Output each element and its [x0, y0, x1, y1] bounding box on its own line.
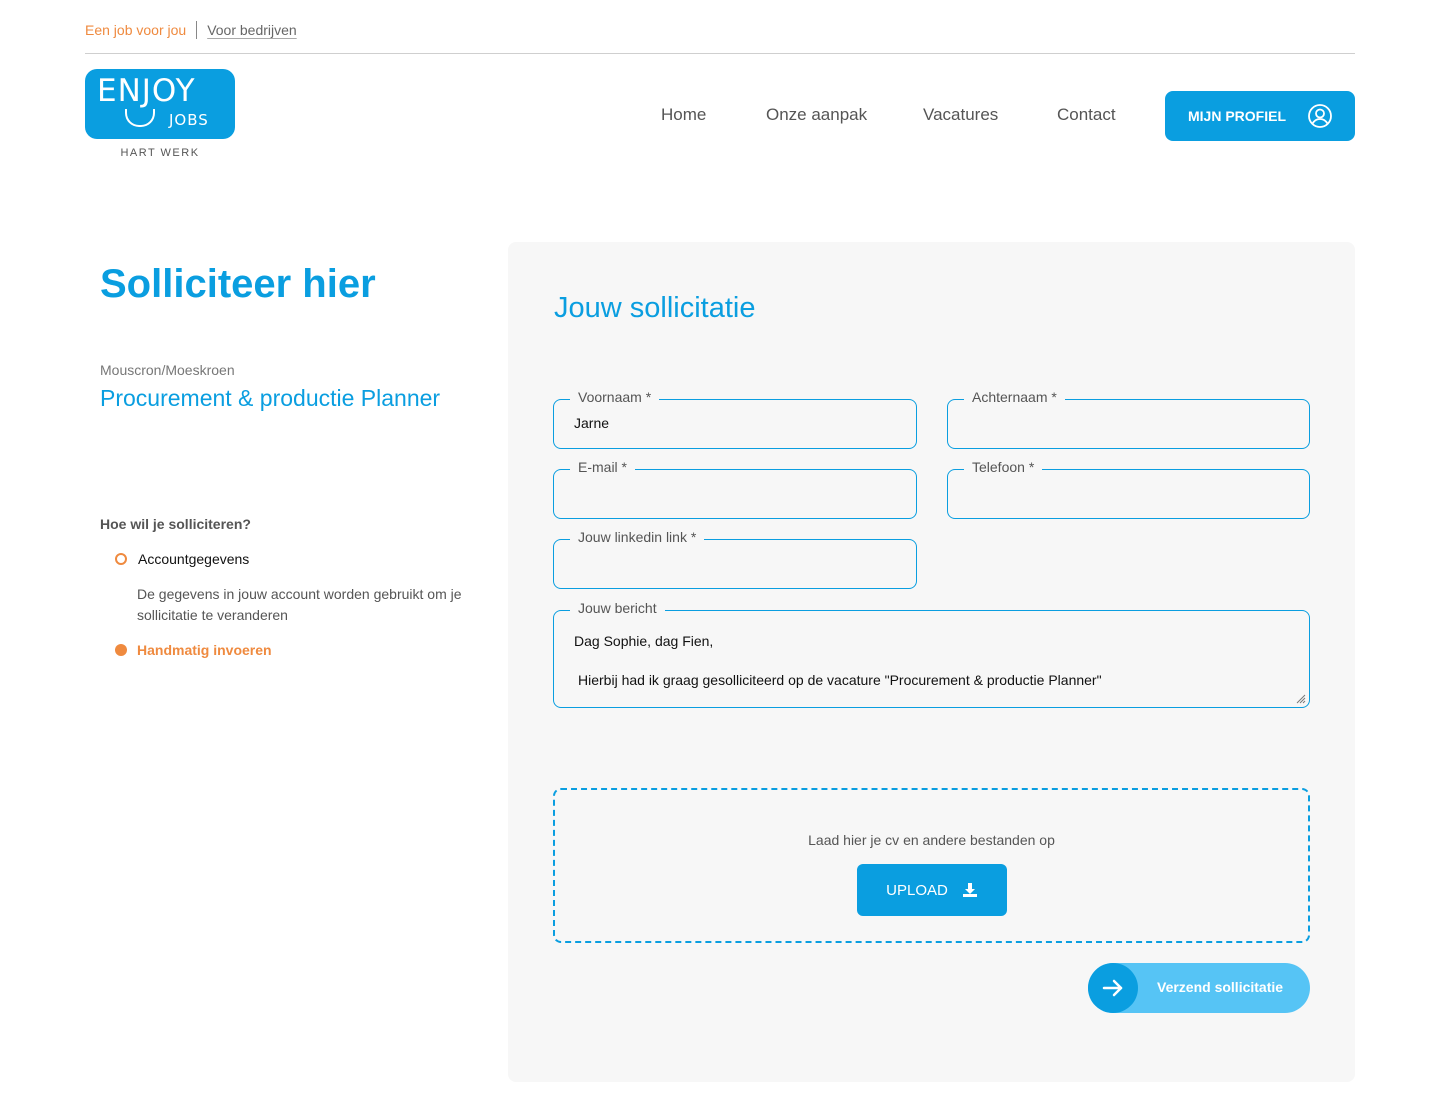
link-job-voor-jou[interactable]: Een job voor jou: [85, 22, 186, 38]
linkedin-label: Jouw linkedin link *: [570, 529, 705, 545]
phone-label: Telefoon *: [964, 459, 1043, 475]
radio-selected-icon[interactable]: [115, 644, 127, 656]
download-icon: [962, 883, 977, 897]
job-title: Procurement & productie Planner: [100, 385, 441, 411]
linkedin-field[interactable]: Jouw linkedin link *: [553, 529, 917, 589]
nav-contact[interactable]: Contact: [1057, 105, 1116, 127]
nav-vacatures[interactable]: Vacatures: [923, 105, 998, 127]
resize-handle-icon[interactable]: [1296, 694, 1306, 704]
page-title: Solliciteer hier: [100, 262, 376, 306]
form-title: Jouw sollicitatie: [554, 292, 756, 324]
upload-button[interactable]: UPLOAD: [857, 864, 1007, 916]
firstname-field[interactable]: Voornaam * Jarne: [553, 389, 917, 449]
nav-onze-aanpak[interactable]: Onze aanpak: [766, 105, 867, 127]
logo-smile-icon: [125, 109, 155, 127]
logo[interactable]: ENJOY JOBS: [85, 69, 235, 139]
message-line-2: Hierbij had ik graag gesolliciteerd op d…: [578, 672, 1102, 688]
option-handmatig-label: Handmatig invoeren: [137, 642, 272, 658]
arrow-right-icon: [1102, 979, 1123, 997]
top-divider: [196, 21, 198, 39]
logo-word-enjoy: ENJOY: [97, 73, 196, 109]
file-dropzone[interactable]: Laad hier je cv en andere bestanden op U…: [553, 788, 1310, 943]
message-label: Jouw bericht: [570, 600, 665, 616]
option-accountgegevens[interactable]: Accountgegevens: [115, 551, 249, 567]
firstname-label: Voornaam *: [570, 389, 660, 405]
submit-label: Verzend sollicitatie: [1157, 979, 1284, 995]
phone-field[interactable]: Telefoon *: [947, 459, 1310, 519]
job-location: Mouscron/Moeskroen: [100, 362, 235, 378]
dropzone-text: Laad hier je cv en andere bestanden op: [808, 832, 1055, 848]
email-field[interactable]: E-mail *: [553, 459, 917, 519]
logo-tagline: HART WERK: [120, 147, 200, 159]
logo-word-jobs: JOBS: [169, 111, 209, 129]
apply-method-label: Hoe wil je solliciteren?: [100, 516, 251, 532]
message-line-1: Dag Sophie, dag Fien,: [574, 633, 714, 649]
nav-home[interactable]: Home: [661, 105, 706, 127]
message-textarea[interactable]: Jouw bericht Dag Sophie, dag Fien, Hierb…: [553, 600, 1310, 708]
upload-label: UPLOAD: [886, 881, 948, 899]
top-bar: Een job voor jou Voor bedrijven: [85, 20, 297, 40]
send-arrow-circle: [1088, 963, 1138, 1013]
submit-application-button[interactable]: Verzend sollicitatie: [1088, 963, 1310, 1013]
option-handmatig[interactable]: Handmatig invoeren: [115, 642, 272, 658]
option-accountgegevens-description: De gegevens in jouw account worden gebru…: [137, 586, 462, 623]
header-divider: [85, 53, 1355, 54]
email-label: E-mail *: [570, 459, 636, 475]
firstname-value: Jarne: [574, 415, 610, 431]
link-voor-bedrijven[interactable]: Voor bedrijven: [207, 22, 297, 38]
my-profile-button[interactable]: MIJN PROFIEL: [1165, 91, 1355, 141]
lastname-field[interactable]: Achternaam *: [947, 389, 1310, 449]
lastname-label: Achternaam *: [964, 389, 1065, 405]
my-profile-label: MIJN PROFIEL: [1187, 108, 1286, 124]
user-icon: [1308, 104, 1332, 128]
radio-empty-icon[interactable]: [115, 553, 127, 565]
option-accountgegevens-label: Accountgegevens: [138, 551, 250, 567]
